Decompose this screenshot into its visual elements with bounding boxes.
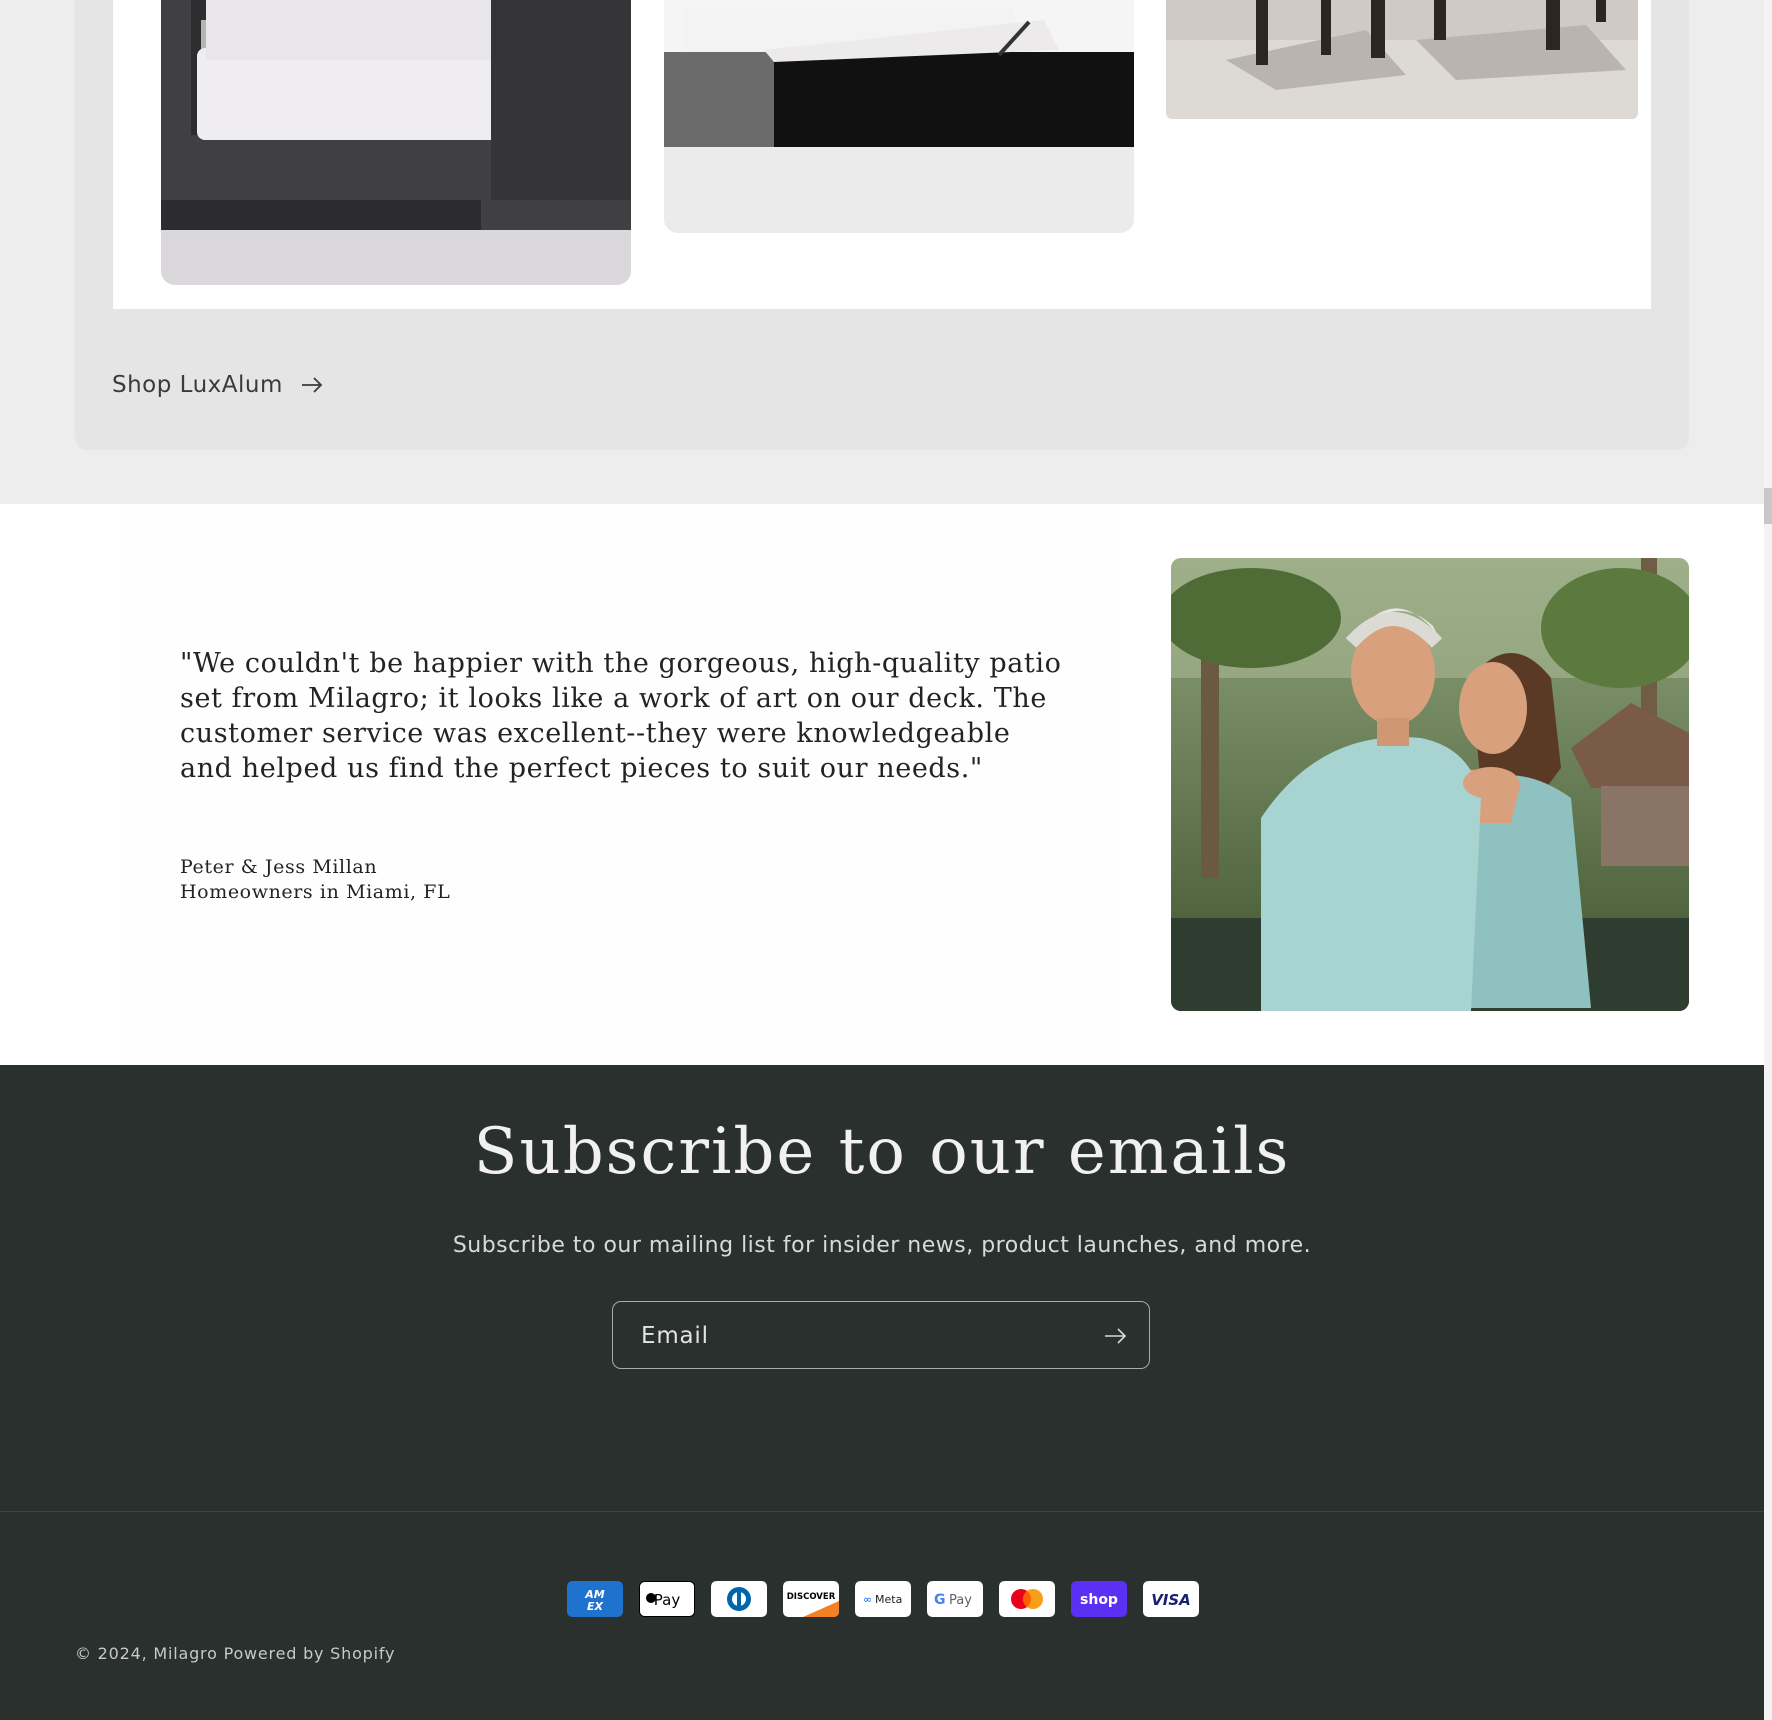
mastercard-icon bbox=[999, 1581, 1055, 1617]
copyright-prefix: © 2024, bbox=[75, 1644, 148, 1663]
couple-photo bbox=[1171, 558, 1689, 1011]
scrollbar[interactable] bbox=[1764, 0, 1772, 1720]
google-pay-icon: G Pay bbox=[927, 1581, 983, 1617]
meta-pay-icon: ∞ Meta bbox=[855, 1581, 911, 1617]
svg-text:DISCOVER: DISCOVER bbox=[787, 1592, 836, 1602]
newsletter-text: Subscribe to our mailing list for inside… bbox=[452, 1233, 1312, 1258]
svg-text:Pay: Pay bbox=[654, 1591, 681, 1609]
arrow-right-icon bbox=[1105, 1328, 1127, 1344]
shop-pay-icon: shop bbox=[1071, 1581, 1127, 1617]
visa-icon: VISA bbox=[1143, 1581, 1199, 1617]
testimonial-quote: "We couldn't be happier with the gorgeou… bbox=[180, 648, 1062, 784]
svg-text:shop: shop bbox=[1080, 1592, 1118, 1608]
email-form bbox=[612, 1301, 1150, 1370]
discover-icon: DISCOVER bbox=[783, 1581, 839, 1617]
apple-pay-icon: Pay bbox=[639, 1581, 695, 1617]
svg-text:VISA: VISA bbox=[1151, 1591, 1191, 1609]
testimonial-author: Peter & Jess Millan Homeowners in Miami,… bbox=[180, 855, 450, 905]
svg-text:Meta: Meta bbox=[875, 1593, 902, 1606]
chaise-lounge-photo[interactable] bbox=[664, 0, 1134, 233]
email-input[interactable] bbox=[639, 1302, 1063, 1370]
copyright: © 2024, Milagro Powered by Shopify bbox=[75, 1644, 395, 1663]
subscribe-submit-button[interactable] bbox=[1101, 1322, 1129, 1350]
svg-text:Pay: Pay bbox=[949, 1593, 972, 1608]
powered-by-shopify-link[interactable]: Powered by Shopify bbox=[224, 1644, 396, 1663]
svg-text:∞: ∞ bbox=[863, 1593, 872, 1606]
footer-divider bbox=[0, 1511, 1764, 1512]
shop-link-label: Shop LuxAlum bbox=[112, 372, 283, 398]
diners-club-icon bbox=[711, 1581, 767, 1617]
svg-text:EX: EX bbox=[587, 1600, 604, 1613]
lounge-chair-photo[interactable] bbox=[161, 0, 631, 285]
newsletter-title: Subscribe to our emails bbox=[473, 1115, 1291, 1189]
shop-luxalum-link[interactable]: Shop LuxAlum bbox=[112, 372, 323, 398]
author-name: Peter & Jess Millan bbox=[180, 856, 378, 878]
dining-set-photo[interactable] bbox=[1166, 0, 1638, 119]
arrow-right-icon bbox=[301, 377, 323, 393]
brand-link[interactable]: Milagro bbox=[153, 1644, 217, 1663]
scrollbar-thumb[interactable] bbox=[1764, 488, 1772, 524]
svg-text:G: G bbox=[934, 1592, 946, 1608]
amex-icon: AM EX bbox=[567, 1581, 623, 1617]
payment-icons: AM EX Pay DISCOVER ∞ Meta G Pay shop VISA bbox=[567, 1581, 1199, 1617]
author-title: Homeowners in Miami, FL bbox=[180, 881, 451, 903]
